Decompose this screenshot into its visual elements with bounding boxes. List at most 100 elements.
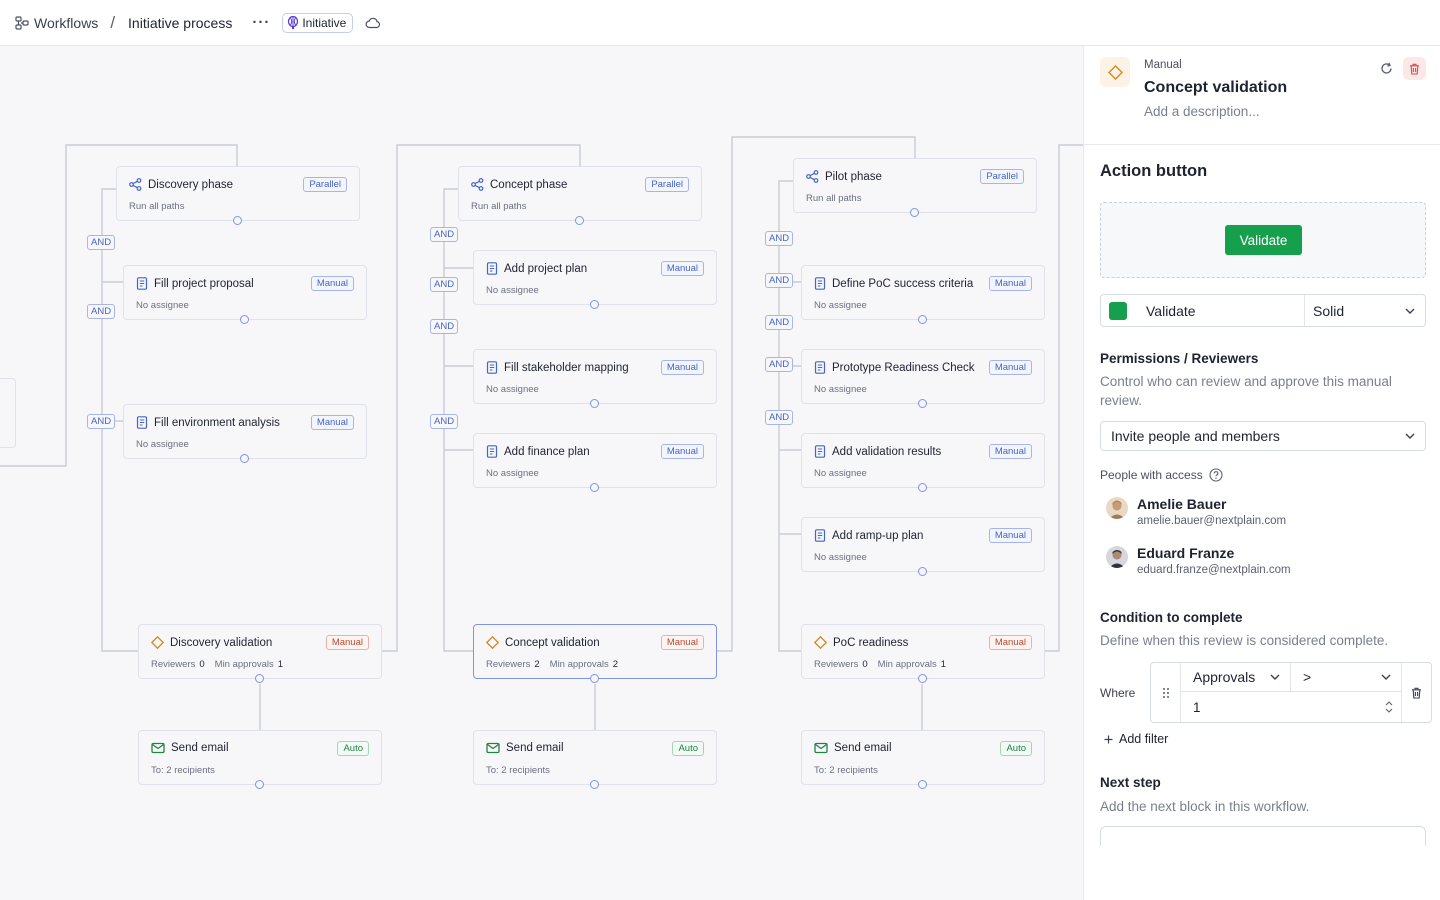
and-connector[interactable]: AND <box>430 319 459 334</box>
node-add-project-plan[interactable]: Add project plan No assignee Manual <box>473 250 717 309</box>
output-port[interactable] <box>910 208 919 217</box>
output-port[interactable] <box>918 483 927 492</box>
node-concept-phase[interactable]: Concept phase Run all paths Parallel <box>458 166 702 225</box>
person-amelie-bauer[interactable]: Amelie Bauer amelie.bauer@nextplain.com <box>1106 496 1286 527</box>
node-pilot-phase[interactable]: Pilot phase Run all paths Parallel <box>793 158 1037 217</box>
description-field[interactable]: Add a description... <box>1144 104 1260 119</box>
and-connector[interactable]: AND <box>765 273 794 288</box>
reviewers-count: 0 <box>862 659 868 670</box>
output-port[interactable] <box>918 399 927 408</box>
and-connector[interactable]: AND <box>87 414 116 429</box>
node-add-finance-plan[interactable]: Add finance plan No assignee Manual <box>473 433 717 492</box>
diamond-icon <box>1100 57 1130 87</box>
offscreen-node[interactable] <box>0 378 16 448</box>
trash-icon <box>1412 687 1421 699</box>
node-title: Send email <box>834 742 892 754</box>
output-port[interactable] <box>918 567 927 576</box>
node-fill-environment-analysis[interactable]: Fill environment analysis No assignee Ma… <box>123 404 367 463</box>
node-poc-readiness[interactable]: PoC readiness Reviewers 0 Min approvals 1 M… <box>801 624 1045 683</box>
more-options-button[interactable]: ··· <box>252 14 270 31</box>
node-concept-validation[interactable]: Concept validation Reviewers 2 Min approva… <box>473 624 717 683</box>
and-connector[interactable]: AND <box>765 410 794 425</box>
node-send-email-2[interactable]: Send email To: 2 recipients Auto <box>473 730 717 789</box>
node-fill-stakeholder-mapping[interactable]: Fill stakeholder mapping No assignee Man… <box>473 349 717 408</box>
node-subtitle: To: 2 recipients <box>151 765 215 776</box>
help-icon[interactable] <box>1209 468 1223 482</box>
output-port[interactable] <box>918 674 927 683</box>
output-port[interactable] <box>255 674 264 683</box>
output-port[interactable] <box>233 216 242 225</box>
remove-filter-button[interactable] <box>1401 663 1431 722</box>
cloud-sync-icon[interactable] <box>365 17 381 29</box>
button-label-input[interactable]: Validate <box>1146 303 1304 319</box>
refresh-icon[interactable] <box>1380 62 1393 80</box>
node-discovery-phase[interactable]: Discovery phase Run all paths Parallel <box>116 166 360 225</box>
breadcrumb-workflows[interactable]: Workflows <box>15 15 98 31</box>
manual-badge: Manual <box>310 415 354 430</box>
stepper-arrows-icon[interactable] <box>1385 700 1393 714</box>
chevron-down-icon <box>1270 674 1280 680</box>
output-port[interactable] <box>590 674 599 683</box>
condition-field-select[interactable]: Approvals <box>1181 663 1291 692</box>
condition-operator-value: > <box>1303 669 1312 685</box>
document-icon <box>486 262 498 275</box>
workflow-canvas[interactable]: AND AND AND AND AND AND AND AND AND AND … <box>0 46 1083 900</box>
next-step-block[interactable] <box>1100 826 1426 846</box>
node-prototype-readiness-check[interactable]: Prototype Readiness Check No assignee Ma… <box>801 349 1045 408</box>
and-connector[interactable]: AND <box>765 315 794 330</box>
output-port[interactable] <box>590 399 599 408</box>
output-port[interactable] <box>240 454 249 463</box>
and-connector[interactable]: AND <box>430 414 459 429</box>
plus-icon <box>1104 735 1113 743</box>
output-port[interactable] <box>918 780 927 789</box>
node-title: Add project plan <box>504 262 588 275</box>
add-filter-button[interactable]: Add filter <box>1104 732 1168 746</box>
node-title: Discovery phase <box>148 178 234 191</box>
drag-handle-icon[interactable] <box>1151 663 1181 722</box>
initiative-tag-label: Initiative <box>302 15 347 30</box>
and-connector[interactable]: AND <box>430 277 459 292</box>
output-port[interactable] <box>255 780 264 789</box>
permissions-heading: Permissions / Reviewers <box>1100 351 1259 366</box>
output-port[interactable] <box>590 483 599 492</box>
node-send-email-1[interactable]: Send email To: 2 recipients Auto <box>138 730 382 789</box>
node-subtitle: No assignee <box>486 384 539 395</box>
initiative-tag[interactable]: Initiative <box>282 12 354 33</box>
output-port[interactable] <box>575 216 584 225</box>
delete-block-button[interactable] <box>1403 57 1426 80</box>
validate-preview-button[interactable]: Validate <box>1225 225 1302 255</box>
parallel-badge: Parallel <box>303 177 347 192</box>
node-define-poc-success-criteria[interactable]: Define PoC success criteria No assignee … <box>801 265 1045 324</box>
person-eduard-franze[interactable]: Eduard Franze eduard.franze@nextplain.co… <box>1106 545 1291 576</box>
node-fill-project-proposal[interactable]: Fill project proposal No assignee Manual <box>123 265 367 324</box>
condition-value-stepper[interactable]: 1 <box>1181 692 1401 722</box>
node-add-ramp-up-plan[interactable]: Add ramp-up plan No assignee Manual <box>801 517 1045 576</box>
output-port[interactable] <box>590 780 599 789</box>
output-port[interactable] <box>918 315 927 324</box>
invite-people-select[interactable]: Invite people and members <box>1100 421 1426 451</box>
node-title: Add finance plan <box>504 445 590 458</box>
output-port[interactable] <box>590 300 599 309</box>
and-connector[interactable]: AND <box>87 235 116 250</box>
manual-badge: Manual <box>988 360 1032 375</box>
node-send-email-3[interactable]: Send email To: 2 recipients Auto <box>801 730 1045 789</box>
node-subtitle: No assignee <box>814 384 867 395</box>
node-title: Prototype Readiness Check <box>832 361 975 374</box>
block-title[interactable]: Concept validation <box>1144 79 1287 97</box>
parallel-badge: Parallel <box>980 169 1024 184</box>
condition-operator-select[interactable]: > <box>1291 663 1401 692</box>
document-icon <box>136 416 148 429</box>
and-connector[interactable]: AND <box>87 304 116 319</box>
min-approvals-label: Min approvals <box>214 659 274 670</box>
next-step-description: Add the next block in this workflow. <box>1100 799 1310 814</box>
auto-badge: Auto <box>1000 741 1032 756</box>
and-connector[interactable]: AND <box>430 227 459 242</box>
button-style-value: Solid <box>1313 302 1345 319</box>
color-swatch[interactable] <box>1109 301 1127 320</box>
node-discovery-validation[interactable]: Discovery validation Reviewers 0 Min appro… <box>138 624 382 683</box>
output-port[interactable] <box>240 315 249 324</box>
and-connector[interactable]: AND <box>765 357 794 372</box>
button-style-select[interactable]: Solid <box>1305 303 1425 319</box>
and-connector[interactable]: AND <box>765 231 794 246</box>
node-add-validation-results[interactable]: Add validation results No assignee Manua… <box>801 433 1045 492</box>
